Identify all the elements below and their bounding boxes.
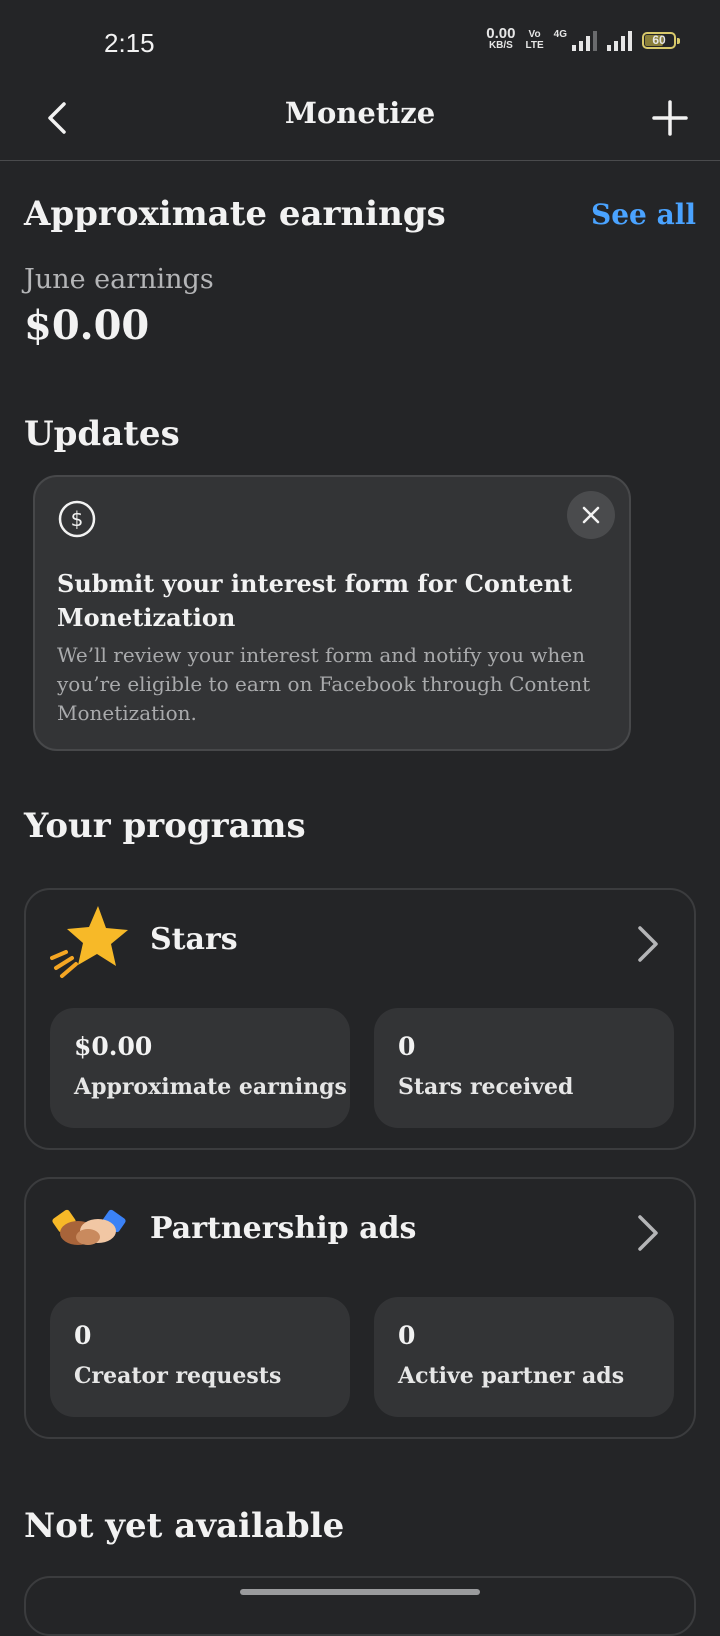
stat-creator-requests[interactable]: 0 Creator requests bbox=[50, 1297, 350, 1417]
volte-top: Vo bbox=[528, 29, 541, 40]
app-bar: Monetize bbox=[0, 88, 720, 161]
program-card-partnership-ads[interactable]: Partnership ads 0 Creator requests 0 Act… bbox=[24, 1177, 696, 1439]
update-title: Submit your interest form for Content Mo… bbox=[57, 569, 573, 632]
close-button[interactable] bbox=[567, 491, 615, 539]
stat-value: 0 bbox=[398, 1321, 416, 1350]
dollar-circle-icon: $ bbox=[58, 500, 96, 538]
battery-level: 60 bbox=[652, 33, 666, 47]
not-available-card[interactable] bbox=[24, 1576, 696, 1636]
star-icon bbox=[50, 906, 128, 978]
month-earnings-amount: $0.00 bbox=[24, 302, 150, 349]
updates-heading: Updates bbox=[24, 414, 180, 454]
not-available-heading: Not yet available bbox=[24, 1506, 345, 1546]
handshake-icon bbox=[52, 1209, 126, 1245]
month-earnings-label: June earnings bbox=[24, 264, 214, 295]
network-speed-value: 0.00 bbox=[486, 25, 516, 42]
page-title: Monetize bbox=[284, 96, 436, 130]
home-indicator[interactable] bbox=[240, 1589, 480, 1595]
status-bar: 2:15 0.00 KB/S Vo LTE 4G 60 bbox=[0, 0, 720, 88]
see-all-link[interactable]: See all bbox=[591, 198, 696, 231]
program-card-stars[interactable]: Stars $0.00 Approximate earnings 0 Stars… bbox=[24, 888, 696, 1150]
add-button[interactable] bbox=[650, 98, 690, 138]
program-name: Stars bbox=[150, 922, 238, 957]
stat-value: $0.00 bbox=[74, 1032, 153, 1061]
chevron-right-icon bbox=[638, 926, 658, 962]
stat-approximate-earnings[interactable]: $0.00 Approximate earnings bbox=[50, 1008, 350, 1128]
earnings-heading: Approximate earnings bbox=[24, 194, 446, 234]
stat-stars-received[interactable]: 0 Stars received bbox=[374, 1008, 674, 1128]
plus-icon bbox=[652, 100, 688, 136]
network-speed-unit: KB/S bbox=[488, 40, 513, 51]
program-name: Partnership ads bbox=[150, 1211, 417, 1246]
stat-label: Approximate earnings bbox=[74, 1074, 347, 1100]
status-time: 2:15 bbox=[104, 28, 155, 58]
signal-4g-icon: 4G bbox=[554, 29, 597, 51]
volte-bottom: LTE bbox=[525, 40, 544, 51]
volte-icon: Vo LTE bbox=[526, 29, 544, 51]
stat-active-partner-ads[interactable]: 0 Active partner ads bbox=[374, 1297, 674, 1417]
battery-icon: 60 bbox=[642, 31, 680, 49]
signal-icon bbox=[607, 29, 632, 51]
stat-value: 0 bbox=[398, 1032, 416, 1061]
stat-label: Active partner ads bbox=[398, 1363, 625, 1389]
network-type: 4G bbox=[553, 29, 567, 40]
stat-label: Creator requests bbox=[74, 1363, 282, 1389]
programs-heading: Your programs bbox=[24, 806, 306, 846]
network-speed: 0.00 KB/S bbox=[486, 25, 516, 52]
svg-text:$: $ bbox=[71, 507, 84, 531]
stat-label: Stars received bbox=[398, 1074, 574, 1100]
update-card[interactable]: $ Submit your interest form for Content … bbox=[33, 475, 631, 751]
chevron-right-icon bbox=[638, 1215, 658, 1251]
stat-value: 0 bbox=[74, 1321, 92, 1350]
close-icon bbox=[582, 506, 600, 524]
update-body: We’ll review your interest form and noti… bbox=[57, 643, 591, 725]
status-icons: 0.00 KB/S Vo LTE 4G 60 bbox=[486, 25, 680, 52]
